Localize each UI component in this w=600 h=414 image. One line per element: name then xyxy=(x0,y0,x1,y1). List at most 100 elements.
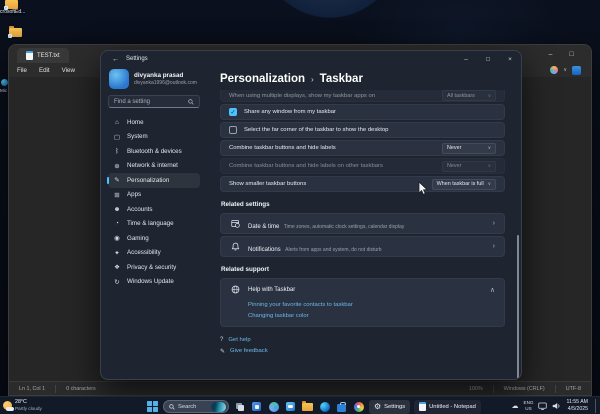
account-name: divyanka prasad xyxy=(134,72,197,79)
sidebar-item-accounts[interactable]: ☻Accounts xyxy=(108,202,200,217)
line-ending[interactable]: Windows (CRLF) xyxy=(494,386,555,392)
windows-logo-icon xyxy=(147,401,158,412)
give-feedback-link[interactable]: ✎ Give feedback xyxy=(220,348,505,355)
onedrive-cloud-icon[interactable]: ☁ xyxy=(512,402,519,410)
setting-row-far-corner[interactable]: Select the far corner of the taskbar to … xyxy=(220,122,505,138)
menu-edit[interactable]: Edit xyxy=(39,67,50,74)
setting-row-combine-buttons: Combine taskbar buttons and hide labels … xyxy=(220,140,505,156)
setting-label: Share any window from my taskbar xyxy=(244,109,496,115)
sidebar-item-time-language[interactable]: ◔Time & language xyxy=(108,217,200,232)
search-highlight-image xyxy=(211,402,226,412)
scrollbar-thumb[interactable] xyxy=(517,235,519,380)
back-icon[interactable]: ← xyxy=(112,56,119,63)
setting-row-combine-other-taskbars: Combine taskbar buttons and hide labels … xyxy=(220,158,505,174)
photos-button[interactable] xyxy=(352,399,365,414)
desktop-icon-folder[interactable]: ↗ AcrosoftEd... xyxy=(0,0,26,15)
copilot-icon xyxy=(269,402,279,412)
file-explorer-button[interactable] xyxy=(301,399,314,414)
chevron-up-icon: ∧ xyxy=(490,286,495,294)
menu-view[interactable]: View xyxy=(62,67,75,74)
task-view-button[interactable] xyxy=(233,399,246,414)
taskbar-app-label: Settings xyxy=(384,404,405,410)
avatar xyxy=(109,69,129,89)
copilot-button[interactable] xyxy=(267,399,280,414)
settings-minimize-button[interactable]: – xyxy=(455,51,477,67)
related-card-notifications[interactable]: Notifications Alerts from apps and syste… xyxy=(220,236,505,257)
taskbar-search[interactable]: Search xyxy=(163,400,229,413)
help-card-header[interactable]: Help with Taskbar ∧ xyxy=(230,282,495,297)
dropdown-smaller-buttons[interactable]: When taskbar is full ∨ xyxy=(432,179,496,190)
dropdown-value: Never xyxy=(447,163,461,169)
setting-label: Combine taskbar buttons and hide labels xyxy=(229,145,442,151)
chevron-down-icon: ∨ xyxy=(488,145,491,151)
setting-label: Combine taskbar buttons and hide labels … xyxy=(229,163,442,169)
account-icon[interactable] xyxy=(572,66,581,75)
search-input[interactable]: Find a setting xyxy=(108,95,200,108)
give-feedback-label: Give feedback xyxy=(230,348,268,354)
store-icon xyxy=(337,404,346,412)
edge-shortcut-icon[interactable] xyxy=(1,79,8,86)
settings-sidebar: divyanka prasad divyanka1996@outlook.com… xyxy=(101,67,207,379)
start-button[interactable] xyxy=(146,399,159,414)
edge-button[interactable] xyxy=(318,399,331,414)
encoding[interactable]: UTF-8 xyxy=(556,386,591,392)
breadcrumb-parent[interactable]: Personalization xyxy=(220,73,305,85)
notepad-close-button[interactable]: × xyxy=(582,46,592,62)
show-desktop-button[interactable] xyxy=(595,399,597,413)
system-icon: ▢ xyxy=(113,133,121,141)
settings-close-button[interactable]: × xyxy=(499,51,521,67)
notepad-maximize-button[interactable]: □ xyxy=(561,46,582,62)
sidebar-item-privacy[interactable]: ❖Privacy & security xyxy=(108,260,200,275)
sidebar-item-accessibility[interactable]: ✦Accessibility xyxy=(108,246,200,261)
sidebar-item-personalization[interactable]: ✎Personalization xyxy=(108,173,200,188)
checkbox-share-window[interactable]: ✓ xyxy=(229,108,237,116)
notepad-tab[interactable]: TEST.txt xyxy=(17,48,69,63)
dropdown-combine-other: Never ∨ xyxy=(442,161,496,172)
sidebar-item-system[interactable]: ▢System xyxy=(108,130,200,145)
settings-nav: ⌂Home ▢System ᛒBluetooth & devices ⊕Netw… xyxy=(108,115,200,289)
desktop-icon-folder-2[interactable]: ↗ xyxy=(0,28,30,37)
menu-file[interactable]: File xyxy=(17,67,27,74)
taskbar-app-notepad[interactable]: Untitled - Notepad xyxy=(414,400,481,414)
sidebar-item-apps[interactable]: ⊞Apps xyxy=(108,188,200,203)
sidebar-item-network[interactable]: ⊕Network & internet xyxy=(108,159,200,174)
sidebar-item-home[interactable]: ⌂Home xyxy=(108,115,200,130)
network-icon[interactable] xyxy=(538,402,547,410)
notepad-statusbar: Ln 1, Col 1 0 characters 100% Windows (C… xyxy=(9,381,591,395)
chevron-right-icon: › xyxy=(493,220,495,227)
settings-titlebar[interactable]: ← Settings – □ × xyxy=(101,51,521,67)
help-link-pinning-contacts[interactable]: Pinning your favorite contacts to taskba… xyxy=(248,302,495,308)
widgets-button[interactable] xyxy=(250,399,263,414)
settings-maximize-button[interactable]: □ xyxy=(477,51,499,67)
dropdown-combine-buttons[interactable]: Never ∨ xyxy=(442,143,496,154)
get-help-link[interactable]: ? Get help xyxy=(220,337,505,343)
notepad-tab-title: TEST.txt xyxy=(37,53,60,59)
account-block[interactable]: divyanka prasad divyanka1996@outlook.com xyxy=(109,69,200,89)
chat-icon xyxy=(286,402,295,411)
sidebar-item-gaming[interactable]: ◉Gaming xyxy=(108,231,200,246)
mouse-cursor xyxy=(418,181,429,201)
clock-widget[interactable]: 11:55 AM 4/5/2025 xyxy=(566,399,588,412)
checkbox-far-corner[interactable] xyxy=(229,126,237,134)
notepad-minimize-button[interactable]: – xyxy=(540,46,561,62)
sidebar-item-label: Gaming xyxy=(127,235,149,242)
sidebar-item-bluetooth[interactable]: ᛒBluetooth & devices xyxy=(108,144,200,159)
setting-label: Select the far corner of the taskbar to … xyxy=(244,127,496,133)
language-switcher[interactable]: ENG US xyxy=(524,400,534,410)
accounts-icon: ☻ xyxy=(113,206,121,213)
volume-icon[interactable] xyxy=(552,402,561,410)
related-card-date-time[interactable]: Date & time Time zones, automatic clock … xyxy=(220,213,505,234)
weather-widget[interactable]: 28°C Partly cloudy xyxy=(3,399,42,411)
chat-button[interactable] xyxy=(284,399,297,414)
taskbar-app-settings[interactable]: ⚙ Settings xyxy=(369,400,410,414)
store-button[interactable] xyxy=(335,399,348,414)
sidebar-item-windows-update[interactable]: ↻Windows Update xyxy=(108,275,200,290)
copilot-icon[interactable] xyxy=(550,66,558,74)
dropdown-multiple-displays[interactable]: All taskbars ∨ xyxy=(442,90,496,101)
settings-main: Personalization › Taskbar When using mul… xyxy=(207,67,521,379)
help-link-taskbar-color[interactable]: Changing taskbar color xyxy=(248,313,495,319)
home-icon: ⌂ xyxy=(113,119,121,126)
taskbar-app-label: Untitled - Notepad xyxy=(429,404,476,410)
zoom-level[interactable]: 100% xyxy=(459,386,493,392)
setting-row-share-window[interactable]: ✓ Share any window from my taskbar xyxy=(220,104,505,120)
